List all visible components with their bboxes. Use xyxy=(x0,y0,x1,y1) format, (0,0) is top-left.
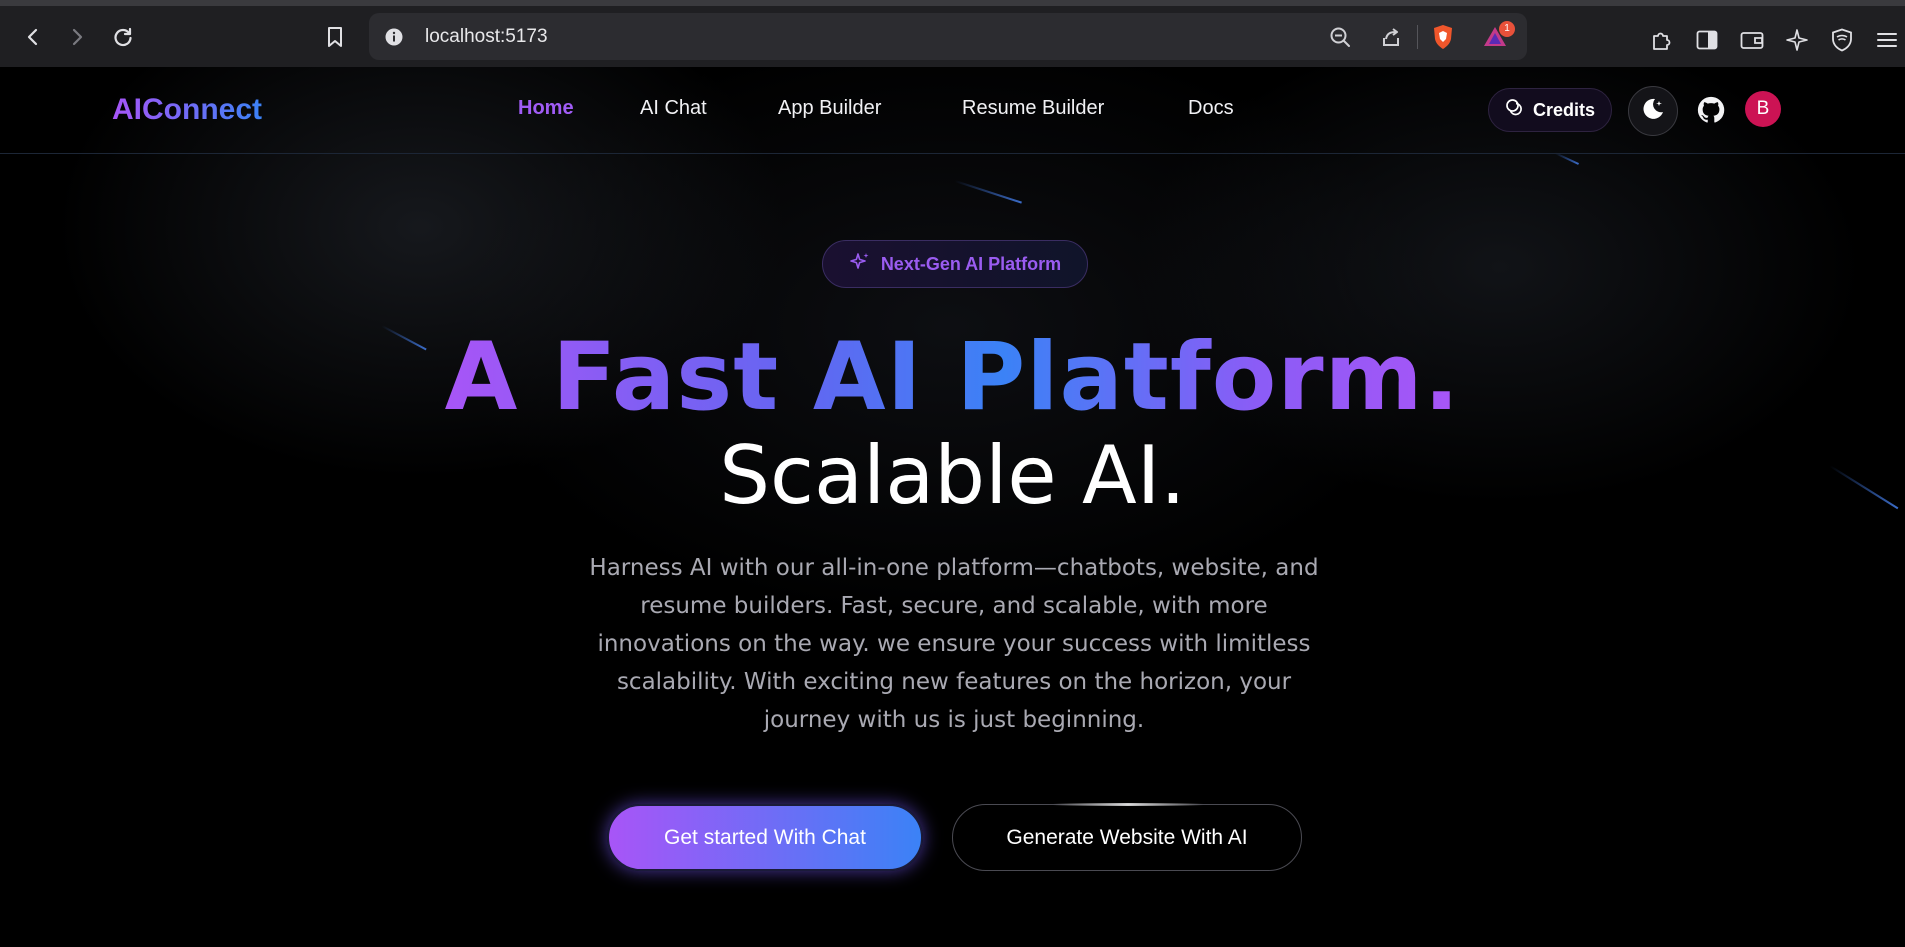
brave-shield-icon[interactable] xyxy=(1428,22,1458,52)
nav-item-ai-chat[interactable]: AI Chat xyxy=(640,97,707,120)
nav-item-resume-builder[interactable]: Resume Builder xyxy=(962,97,1104,120)
coins-icon xyxy=(1505,98,1525,123)
generate-website-label: Generate Website With AI xyxy=(1006,825,1248,849)
meteor-streak xyxy=(1554,152,1579,165)
theme-toggle-button[interactable] xyxy=(1628,86,1678,136)
vpn-shield-icon[interactable] xyxy=(1827,25,1857,55)
get-started-chat-button[interactable]: Get started With Chat xyxy=(607,804,923,871)
sparkles-icon xyxy=(849,251,871,278)
zoom-icon[interactable] xyxy=(1325,22,1355,52)
credits-button[interactable]: Credits xyxy=(1488,88,1612,132)
nav-item-app-builder[interactable]: App Builder xyxy=(778,97,881,120)
back-icon[interactable] xyxy=(18,22,48,52)
hero-headline-text: A Fast AI Platform. xyxy=(444,323,1461,432)
site-logo[interactable]: AIConnect xyxy=(112,93,262,127)
user-avatar[interactable]: B xyxy=(1745,91,1781,127)
hero-badge-label: Next-Gen AI Platform xyxy=(880,253,1062,274)
meteor-streak xyxy=(954,180,1022,204)
site-info-icon[interactable] xyxy=(379,22,409,52)
divider xyxy=(1417,25,1418,49)
share-icon[interactable] xyxy=(1376,22,1406,52)
menu-icon[interactable] xyxy=(1872,25,1902,55)
credits-label: Credits xyxy=(1532,99,1595,120)
nav-item-home[interactable]: Home xyxy=(518,97,574,120)
wallet-icon[interactable] xyxy=(1737,25,1767,55)
top-navbar: AIConnect Home AI Chat App Builder Resum… xyxy=(0,67,1905,154)
forward-icon[interactable] xyxy=(62,22,92,52)
page-content: AIConnect Home AI Chat App Builder Resum… xyxy=(0,67,1905,947)
hero-headline: A Fast AI Platform. xyxy=(0,323,1905,432)
hero-badge: Next-Gen AI Platform xyxy=(822,240,1088,288)
moon-icon xyxy=(1640,96,1666,126)
nav-item-docs[interactable]: Docs xyxy=(1188,97,1234,120)
github-icon[interactable] xyxy=(1695,94,1727,126)
leo-ai-icon[interactable] xyxy=(1782,25,1812,55)
url-text[interactable]: localhost:5173 xyxy=(425,26,548,48)
address-bar[interactable]: localhost:5173 1 xyxy=(369,13,1527,60)
generate-website-button[interactable]: Generate Website With AI xyxy=(952,803,1302,871)
hero-subheadline: Scalable AI. xyxy=(719,429,1186,522)
extensions-icon[interactable] xyxy=(1647,25,1677,55)
notification-badge: 1 xyxy=(1499,21,1515,37)
reload-icon[interactable] xyxy=(108,22,138,52)
browser-toolbar: localhost:5173 1 xyxy=(0,0,1905,67)
hero-description: Harness AI with our all-in-one platform—… xyxy=(589,555,1319,733)
sidebar-icon[interactable] xyxy=(1692,25,1722,55)
bookmark-icon[interactable] xyxy=(320,22,350,52)
